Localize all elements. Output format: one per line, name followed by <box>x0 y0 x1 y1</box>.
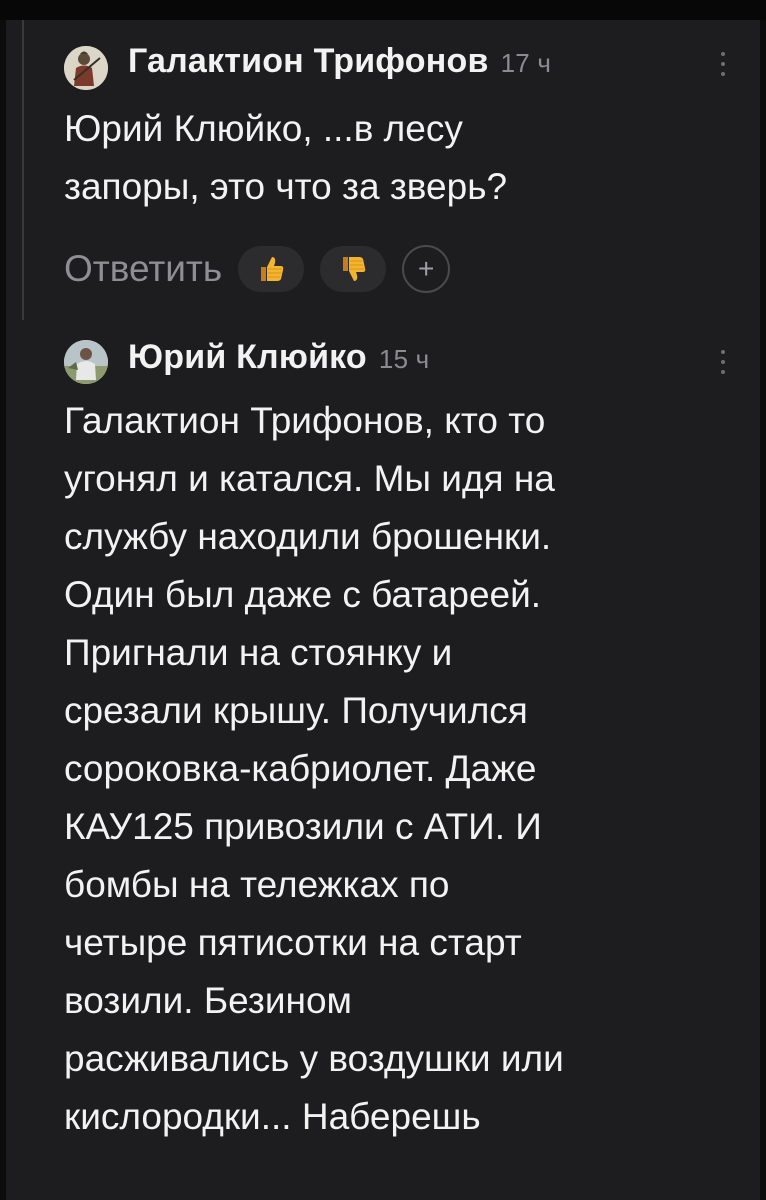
comment-time: 15 ч <box>378 344 430 374</box>
like-button[interactable] <box>238 246 305 292</box>
comment-text: Юрий Клюйко, ...в лесу запоры, это что з… <box>64 100 734 216</box>
comment-text-line: Пригнали на стоянку и <box>64 632 453 673</box>
comment-text-line: запоры, это что за зверь? <box>64 166 508 207</box>
comment-author[interactable]: Юрий Клюйко 15 ч <box>128 338 429 377</box>
comment-time: 17 ч <box>500 48 552 78</box>
comment-actions: Ответить + <box>64 244 451 294</box>
comment-author[interactable]: Галактион Трифонов 17 ч <box>128 42 551 81</box>
comment: Галактион Трифонов 17 ч Юрий Клюйко, ...в… <box>6 34 760 293</box>
comment-text: Галактион Трифонов, кто то угонял и ката… <box>64 392 734 1146</box>
dislike-button[interactable] <box>320 246 387 292</box>
author-name[interactable]: Галактион Трифонов <box>128 42 489 80</box>
more-options-icon[interactable] <box>720 350 726 380</box>
comment-text-line: четыре пятисотки на старт <box>64 922 522 963</box>
add-reaction-button[interactable]: + <box>402 245 451 293</box>
comment-header: Юрий Клюйко 15 ч <box>6 332 760 388</box>
comment-text-line: Юрий Клюйко, ...в лесу <box>64 108 463 149</box>
comment-text-line: кислородки... Наберешь <box>64 1096 481 1137</box>
dislike-icon <box>343 257 366 281</box>
avatar[interactable] <box>64 46 108 90</box>
author-name[interactable]: Юрий Клюйко <box>128 338 367 376</box>
comment-text-line: срезали крышу. Получился <box>64 690 528 731</box>
avatar-image <box>64 340 108 384</box>
comment-text-line: возили. Безином <box>64 980 352 1021</box>
comment-text-line: бомбы на тележках по <box>64 864 450 905</box>
comment-text-line: Один был даже с батареей. <box>64 574 542 615</box>
comment-header: Галактион Трифонов 17 ч <box>6 34 760 90</box>
like-icon <box>261 257 284 281</box>
avatar[interactable] <box>64 340 108 384</box>
comment-text-line: КАУ125 привозили с АТИ. И <box>64 806 542 847</box>
top-bar <box>0 0 766 20</box>
comment-text-line: угонял и катался. Мы идя на <box>64 458 555 499</box>
reply-button[interactable]: Ответить <box>64 248 222 290</box>
more-options-icon[interactable] <box>720 52 726 82</box>
comment-text-line: расживались у воздушки или <box>64 1038 564 1079</box>
avatar-image <box>64 46 108 90</box>
comment-text-line: службу находили брошенки. <box>64 516 552 557</box>
comment: Юрий Клюйко 15 ч Галактион Трифонов, кто … <box>6 332 760 1137</box>
comment-text-line: сороковка-кабриолет. Даже <box>64 748 537 789</box>
comments-panel: Галактион Трифонов 17 ч Юрий Клюйко, ...в… <box>6 20 760 1200</box>
comment-text-line: Галактион Трифонов, кто то <box>64 400 546 441</box>
